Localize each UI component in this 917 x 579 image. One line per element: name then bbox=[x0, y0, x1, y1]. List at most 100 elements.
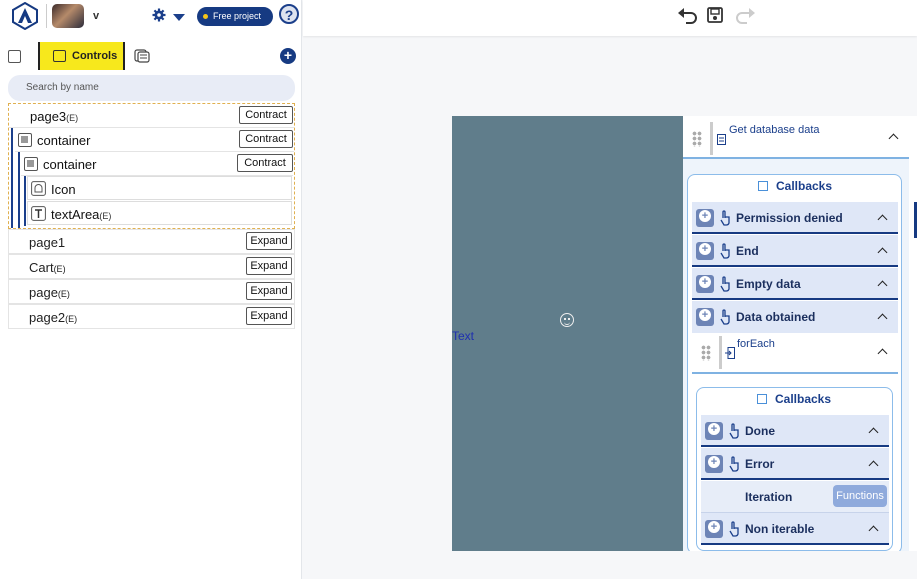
tree-row[interactable]: Icon bbox=[27, 176, 292, 200]
expand-button[interactable]: Expand bbox=[246, 282, 292, 300]
editable-marker: (E) bbox=[66, 113, 79, 123]
page-row[interactable]: Cart(E) Expand bbox=[8, 254, 295, 279]
tree-guide bbox=[18, 152, 20, 228]
database-tab-icon[interactable] bbox=[134, 49, 150, 63]
tab-controls[interactable]: Controls bbox=[38, 42, 125, 70]
editable-marker: (E) bbox=[53, 264, 66, 274]
tree-row[interactable]: container Contract bbox=[21, 152, 293, 176]
contract-button[interactable]: Contract bbox=[239, 130, 293, 148]
smiley-icon[interactable] bbox=[560, 313, 574, 327]
page-row[interactable]: page(E) Expand bbox=[8, 279, 295, 304]
tree-row[interactable]: page3(E) Contract bbox=[9, 104, 294, 128]
event-row[interactable]: Permission denied bbox=[692, 202, 898, 234]
tree-label: container bbox=[43, 157, 97, 172]
database-icon bbox=[717, 134, 726, 145]
canvas-page[interactable]: Text bbox=[452, 116, 683, 551]
foreach-block[interactable]: forEach bbox=[692, 333, 898, 374]
iteration-label: Iteration bbox=[745, 490, 793, 504]
event-label: Non iterable bbox=[745, 522, 815, 536]
add-action-icon[interactable] bbox=[696, 242, 714, 260]
chevron-up-icon[interactable] bbox=[877, 348, 888, 359]
undo-icon[interactable] bbox=[677, 6, 699, 24]
left-panel: v Free project ? Controls + Search by na… bbox=[0, 0, 302, 579]
page-label: page bbox=[29, 285, 58, 300]
tab-controls-label: Controls bbox=[72, 50, 118, 62]
event-label: Data obtained bbox=[736, 310, 816, 324]
event-row[interactable]: Done bbox=[701, 415, 889, 447]
plan-badge[interactable]: Free project bbox=[197, 7, 273, 26]
save-icon[interactable] bbox=[706, 6, 724, 24]
editable-marker: (E) bbox=[65, 314, 78, 324]
action-block[interactable]: Get database data bbox=[683, 116, 909, 159]
event-row[interactable]: Non iterable bbox=[701, 513, 889, 545]
avatar[interactable] bbox=[52, 4, 84, 28]
drag-handle-icon[interactable] bbox=[692, 131, 702, 147]
event-label: End bbox=[736, 244, 759, 258]
tree-label: Icon bbox=[51, 182, 76, 197]
search-input[interactable]: Search by name bbox=[8, 75, 295, 101]
app-logo[interactable] bbox=[10, 2, 40, 30]
event-label: Error bbox=[745, 457, 775, 471]
help-icon[interactable]: ? bbox=[279, 4, 299, 24]
add-icon[interactable]: + bbox=[280, 48, 296, 64]
add-action-icon[interactable] bbox=[696, 209, 714, 227]
top-bar: v Free project ? bbox=[0, 0, 302, 34]
divider bbox=[46, 4, 47, 28]
event-row[interactable]: Error bbox=[701, 448, 889, 480]
canvas-text[interactable]: Text bbox=[452, 329, 474, 343]
select-all-checkbox[interactable] bbox=[8, 50, 21, 63]
chevron-up-icon[interactable] bbox=[877, 280, 888, 291]
event-row[interactable]: Empty data bbox=[692, 268, 898, 300]
add-action-icon[interactable] bbox=[696, 308, 714, 326]
chevron-up-icon[interactable] bbox=[877, 214, 888, 225]
add-action-icon[interactable] bbox=[705, 455, 723, 473]
page-label: Cart bbox=[29, 260, 54, 275]
contract-button[interactable]: Contract bbox=[239, 106, 293, 124]
hand-pointer-icon bbox=[720, 243, 730, 259]
add-action-icon[interactable] bbox=[705, 422, 723, 440]
icon-component-icon bbox=[31, 181, 46, 196]
tree-guide bbox=[11, 128, 13, 228]
hand-pointer-icon bbox=[720, 276, 730, 292]
event-row[interactable]: Data obtained bbox=[692, 301, 898, 333]
event-label: Empty data bbox=[736, 277, 801, 291]
hand-pointer-icon bbox=[729, 521, 739, 537]
gear-icon[interactable] bbox=[152, 8, 166, 22]
chevron-up-icon[interactable] bbox=[888, 133, 899, 144]
controls-icon bbox=[53, 50, 66, 62]
chevron-up-icon[interactable] bbox=[877, 247, 888, 258]
foreach-title: forEach bbox=[737, 338, 775, 350]
functions-button[interactable]: Functions bbox=[833, 485, 887, 507]
page-label: page2 bbox=[29, 310, 66, 325]
tree-row[interactable]: textArea(E) bbox=[27, 201, 292, 225]
page-row[interactable]: page2(E) Expand bbox=[8, 304, 295, 329]
drag-handle-icon[interactable] bbox=[701, 345, 711, 361]
logic-panel: Get database data Callbacks Permission d… bbox=[683, 116, 909, 551]
expand-button[interactable]: Expand bbox=[246, 307, 292, 325]
tree-row[interactable]: container Contract bbox=[15, 128, 294, 152]
contract-button[interactable]: Contract bbox=[237, 154, 293, 172]
chevron-up-icon[interactable] bbox=[868, 460, 879, 471]
page-row[interactable]: page1 Expand bbox=[8, 229, 295, 254]
add-action-icon[interactable] bbox=[696, 275, 714, 293]
chevron-down-icon[interactable] bbox=[173, 14, 185, 21]
chevron-up-icon[interactable] bbox=[868, 525, 879, 536]
redo-icon[interactable] bbox=[734, 6, 756, 24]
tree-guide bbox=[24, 176, 26, 226]
add-action-icon[interactable] bbox=[705, 520, 723, 538]
external-link-icon[interactable] bbox=[757, 394, 767, 404]
callbacks-title: Callbacks bbox=[776, 179, 833, 193]
right-edge-panel bbox=[909, 116, 917, 551]
page-label: page1 bbox=[29, 235, 66, 250]
expand-button[interactable]: Expand bbox=[246, 232, 292, 250]
expand-button[interactable]: Expand bbox=[246, 257, 292, 275]
iteration-row: Iteration Functions bbox=[701, 481, 889, 513]
event-row[interactable]: End bbox=[692, 235, 898, 267]
chevron-up-icon[interactable] bbox=[868, 427, 879, 438]
external-link-icon[interactable] bbox=[758, 181, 768, 191]
tree-label: textArea bbox=[51, 207, 100, 222]
username: v bbox=[93, 10, 100, 22]
chevron-up-icon[interactable] bbox=[877, 313, 888, 324]
editor-toolbar bbox=[303, 0, 917, 36]
loop-icon bbox=[725, 347, 735, 359]
